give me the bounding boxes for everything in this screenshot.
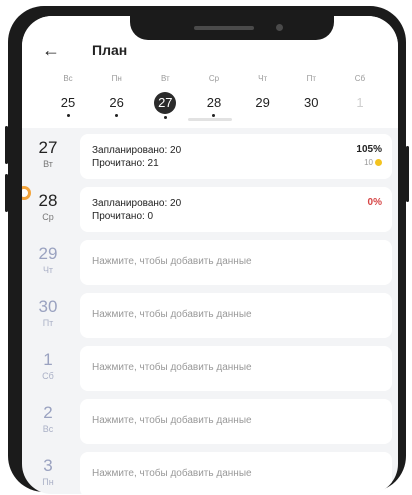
row-card[interactable]: Нажмите, чтобы добавить данные: [80, 240, 392, 285]
row-stats: Запланировано: 20 Прочитано: 21: [92, 144, 181, 170]
row-card[interactable]: Нажмите, чтобы добавить данные: [80, 452, 392, 494]
add-data-hint: Нажмите, чтобы добавить данные: [92, 415, 252, 426]
row-date: 29 Чт: [22, 240, 74, 285]
week-day-date: 25: [60, 95, 76, 110]
week-day-25[interactable]: Вс 25: [44, 74, 92, 119]
week-day-30[interactable]: Пт 30: [287, 74, 335, 119]
week-day-27[interactable]: Вт 27: [141, 74, 189, 119]
row-weekday: Пн: [42, 477, 54, 487]
row-card[interactable]: Нажмите, чтобы добавить данные: [80, 293, 392, 338]
activity-dot: [66, 114, 70, 117]
coin-reward: 10: [364, 158, 382, 167]
row-day-number: 29: [38, 244, 58, 263]
week-day-date: 30: [304, 95, 319, 110]
row-stats: Запланировано: 20 Прочитано: 0: [92, 197, 181, 223]
row-date: 3 Пн: [22, 452, 74, 494]
speaker-icon: [194, 26, 254, 30]
coin-icon: [375, 159, 382, 167]
list-item[interactable]: 30 Пт Нажмите, чтобы добавить данные: [22, 293, 398, 346]
activity-dot: [212, 114, 216, 117]
plan-list: 27 Вт Запланировано: 20 Прочитано: 21 105% 10…: [22, 134, 398, 494]
week-day-date: 29: [255, 95, 270, 110]
activity-dot: [163, 116, 167, 119]
row-date: 30 Пт: [22, 293, 74, 338]
week-day-date: 27: [154, 92, 177, 114]
coin-count: 10: [364, 158, 373, 167]
side-button: [406, 146, 409, 202]
add-data-hint: Нажмите, чтобы добавить данные: [92, 309, 252, 320]
phone-frame: ← План Вс 25 Пн 26 Вт 27 Ср 28 Чт 29 Пт 30 Сб 1 27 Вт З…: [5, 6, 409, 494]
week-day-name: Пн: [111, 74, 122, 83]
row-weekday: Чт: [42, 265, 54, 275]
planned-count: Запланировано: 20: [92, 145, 182, 156]
add-data-hint: Нажмите, чтобы добавить данные: [92, 468, 252, 479]
week-day-name: Ср: [208, 74, 220, 83]
week-day-1[interactable]: Сб 1: [336, 74, 384, 119]
list-item[interactable]: 3 Пн Нажмите, чтобы добавить данные: [22, 452, 398, 494]
planned-count: Запланировано: 20: [92, 198, 182, 209]
list-item[interactable]: 29 Чт Нажмите, чтобы добавить данные: [22, 240, 398, 293]
row-weekday: Вт: [43, 159, 53, 169]
row-date: 2 Вс: [22, 399, 74, 444]
app-screen: ← План Вс 25 Пн 26 Вт 27 Ср 28 Чт 29 Пт 30 Сб 1 27 Вт З…: [22, 16, 398, 494]
list-item[interactable]: 1 Сб Нажмите, чтобы добавить данные: [22, 346, 398, 399]
row-weekday: Вс: [42, 424, 54, 434]
side-button: [5, 174, 8, 212]
week-day-name: Сб: [354, 74, 366, 83]
row-card[interactable]: Нажмите, чтобы добавить данные: [80, 346, 392, 391]
activity-dot: [115, 114, 119, 117]
row-day-number: 2: [43, 403, 53, 422]
list-item[interactable]: 27 Вт Запланировано: 20 Прочитано: 21 105% 10: [22, 134, 398, 187]
row-day-number: 3: [43, 456, 53, 475]
read-count: Прочитано: 0: [92, 211, 154, 222]
side-button: [5, 126, 8, 164]
page-title: План: [92, 42, 128, 58]
week-day-29[interactable]: Чт 29: [239, 74, 287, 119]
week-day-name: Пт: [306, 74, 316, 83]
week-day-name: Вс: [63, 74, 73, 83]
row-card[interactable]: Запланировано: 20 Прочитано: 21 105% 10: [80, 134, 392, 179]
arrow-left-icon[interactable]: ←: [42, 40, 60, 61]
progress-percent: 105%: [356, 144, 382, 155]
week-day-name: Вт: [160, 74, 170, 83]
progress-percent: 0%: [367, 197, 382, 208]
week-day-date: 26: [109, 95, 124, 110]
list-item[interactable]: 28 Ср Запланировано: 20 Прочитано: 0 0%: [22, 187, 398, 240]
drag-handle[interactable]: [188, 118, 232, 121]
week-day-date: 28: [206, 95, 222, 110]
row-date: 1 Сб: [22, 346, 74, 391]
week-day-name: Чт: [258, 74, 268, 83]
camera-icon: [276, 24, 283, 31]
week-strip: Вс 25 Пн 26 Вт 27 Ср 28 Чт 29 Пт 30 Сб 1: [44, 74, 384, 119]
week-day-26[interactable]: Пн 26: [93, 74, 141, 119]
list-item[interactable]: 2 Вс Нажмите, чтобы добавить данные: [22, 399, 398, 452]
row-day-number: 1: [43, 350, 53, 369]
week-day-28[interactable]: Ср 28: [190, 74, 238, 119]
row-day-number: 27: [38, 138, 58, 157]
add-data-hint: Нажмите, чтобы добавить данные: [92, 256, 252, 267]
row-weekday: Пт: [42, 318, 54, 328]
phone-notch: [130, 16, 334, 40]
row-weekday: Ср: [42, 212, 54, 222]
row-card[interactable]: Нажмите, чтобы добавить данные: [80, 399, 392, 444]
row-day-number: 30: [38, 297, 58, 316]
row-card[interactable]: Запланировано: 20 Прочитано: 0 0%: [80, 187, 392, 232]
week-day-date: 1: [356, 95, 364, 110]
read-count: Прочитано: 21: [92, 158, 159, 169]
row-weekday: Сб: [42, 371, 54, 381]
add-data-hint: Нажмите, чтобы добавить данные: [92, 362, 252, 373]
row-date: 27 Вт: [22, 134, 74, 179]
